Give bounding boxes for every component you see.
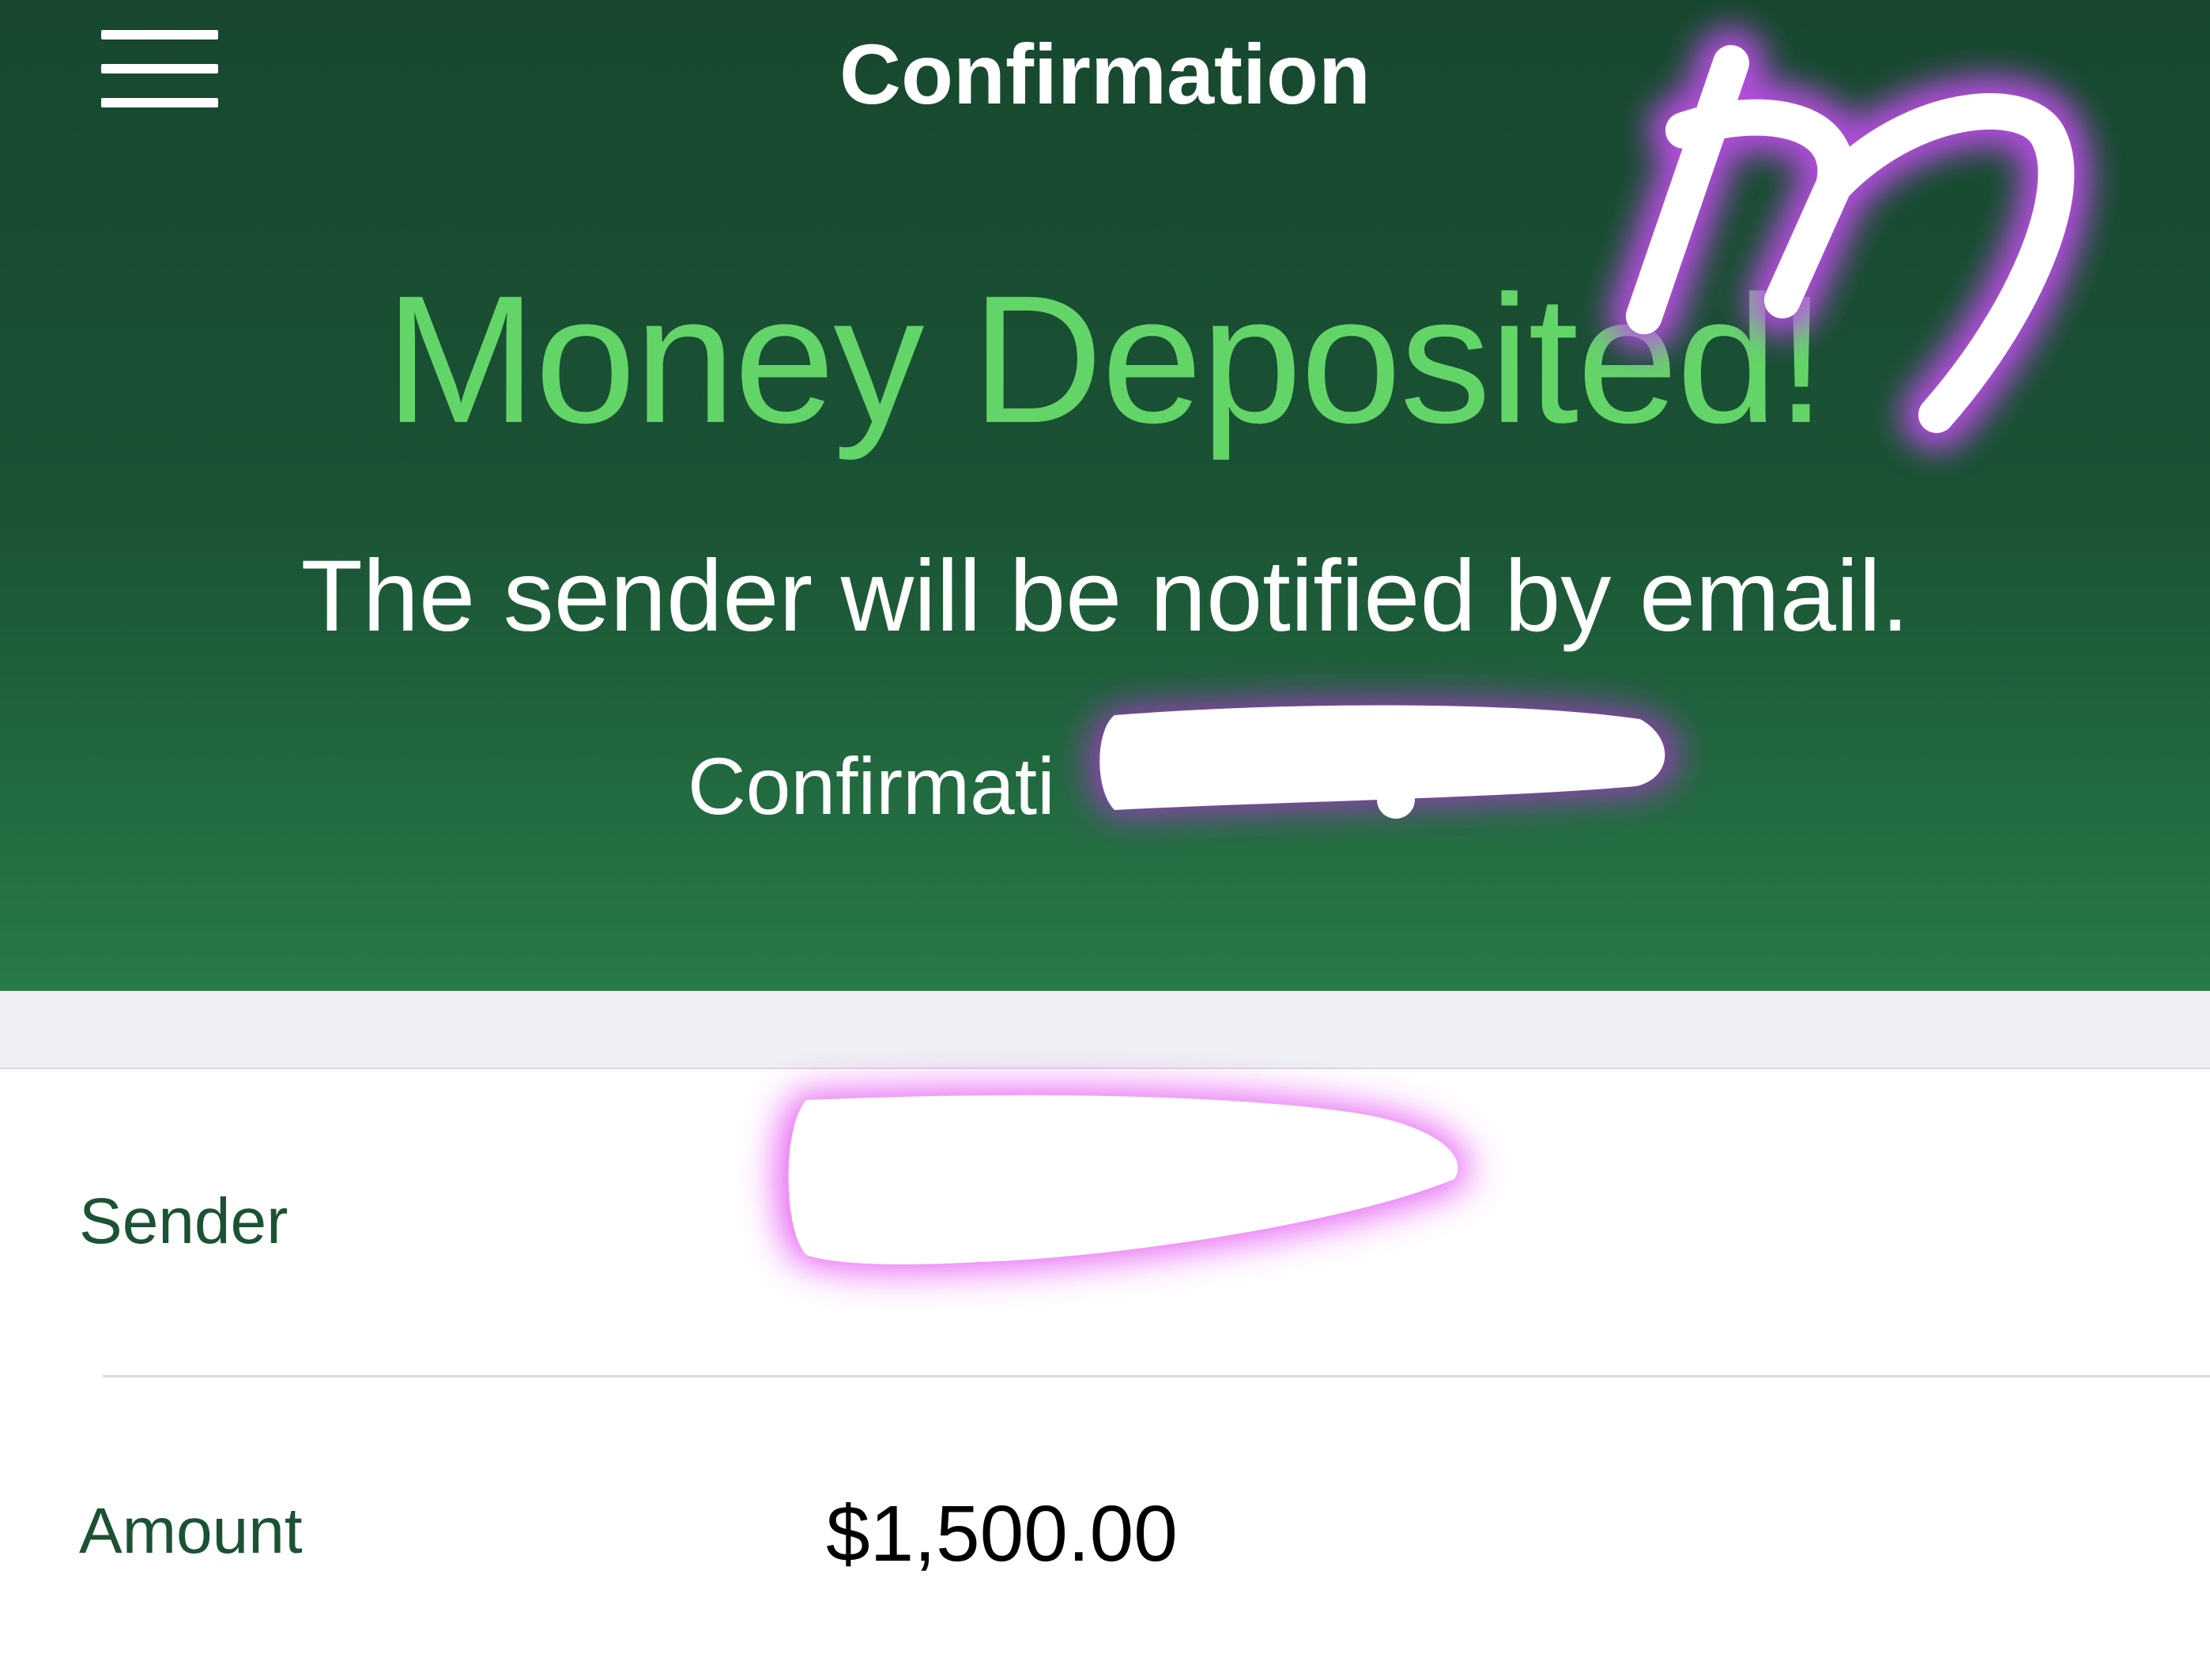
detail-row-amount: Amount $1,500.00 <box>0 1377 2210 1680</box>
success-headline: Money Deposited! <box>385 258 1827 461</box>
confirmation-hero: Confirmation Money Deposited! The sender… <box>0 0 2210 991</box>
detail-row-sender: Sender <box>0 1068 2210 1376</box>
page-title: Confirmation <box>839 26 1371 122</box>
amount-label: Amount <box>79 1495 303 1567</box>
notification-message: The sender will be notified by email. <box>300 540 1910 653</box>
sender-label: Sender <box>79 1185 289 1257</box>
amount-value: $1,500.00 <box>826 1490 1178 1578</box>
confirmation-number: Confirmati <box>688 741 1055 831</box>
section-gap <box>0 991 2210 1069</box>
